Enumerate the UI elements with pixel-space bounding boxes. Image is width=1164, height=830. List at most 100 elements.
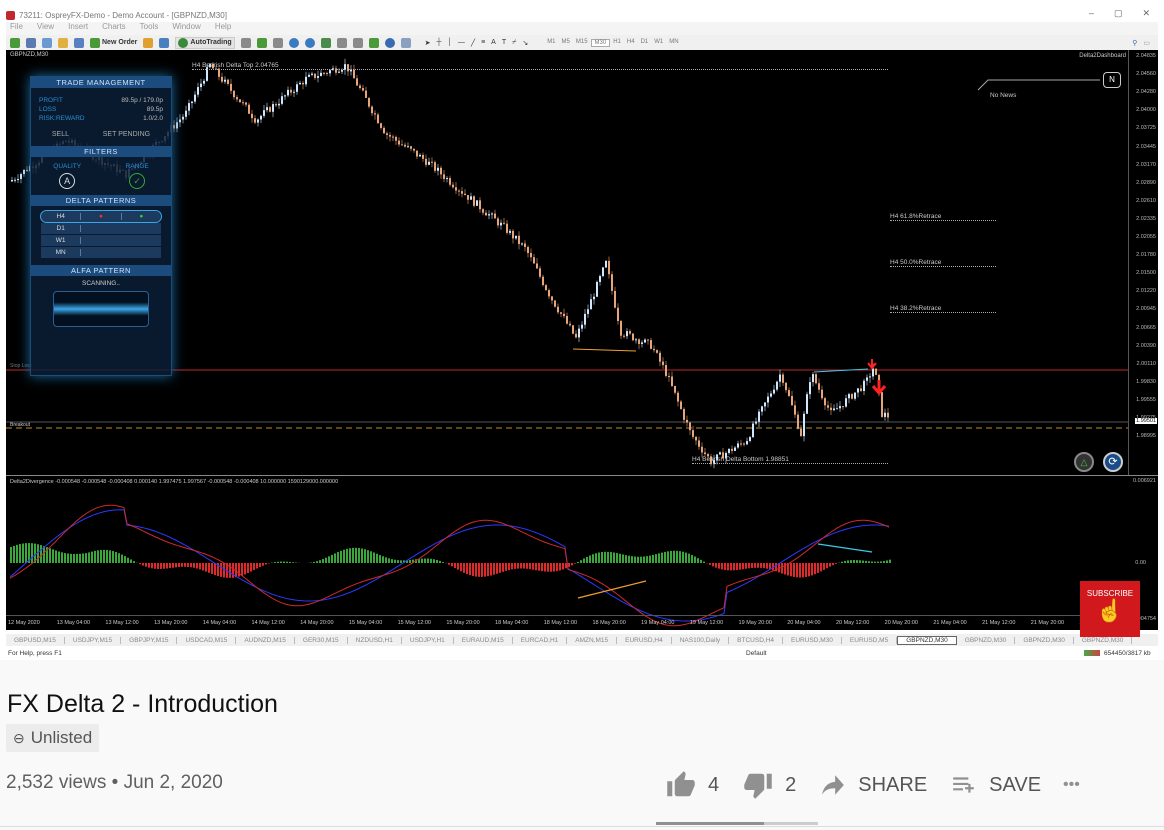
zoom-in-icon[interactable] [288, 37, 299, 48]
share-button[interactable]: SHARE [818, 772, 927, 798]
subscribe-button[interactable]: SUBSCRIBE ☝ [1080, 581, 1140, 637]
autotrading-icon [178, 37, 189, 48]
vertical-line-icon[interactable]: │ [447, 39, 451, 46]
pattern-row-d1[interactable]: D1 [41, 223, 161, 234]
menu-charts[interactable]: Charts [102, 22, 126, 35]
label-icon[interactable]: T [502, 39, 506, 46]
chat-icon[interactable]: ▭ [1143, 39, 1150, 47]
range-filter[interactable]: RANGE ✓ [126, 163, 149, 189]
pattern-row-mn[interactable]: MN [41, 247, 161, 258]
bar-chart-icon[interactable] [240, 37, 251, 48]
chart-tab[interactable]: GER30,M15 [295, 636, 348, 644]
new-order-icon [90, 37, 100, 48]
candle [449, 178, 451, 185]
candle [323, 72, 325, 74]
set-pending-button[interactable]: SET PENDING [103, 131, 150, 138]
chart-tab[interactable]: EURCAD,H1 [513, 636, 568, 644]
timeframe-h4[interactable]: H4 [624, 39, 638, 47]
trendline-icon[interactable]: ╱ [471, 39, 475, 47]
periods-icon[interactable] [384, 37, 395, 48]
dislike-button[interactable]: 2 [741, 770, 796, 800]
pattern-row-h4[interactable]: H4 ● ● [40, 210, 162, 223]
chart-tab[interactable]: USDCAD,M15 [177, 636, 237, 644]
menu-window[interactable]: Window [172, 22, 200, 35]
chart-tab[interactable]: EURUSD,M5 [842, 636, 898, 644]
chart-tab[interactable]: AMZN,M15 [567, 636, 618, 644]
timeframe-d1[interactable]: D1 [638, 39, 652, 47]
timeframe-m30[interactable]: M30 [590, 38, 611, 47]
menu-insert[interactable]: Insert [68, 22, 88, 35]
chart-tab[interactable]: USDJPY,H1 [402, 636, 454, 644]
channel-icon[interactable]: ≡ [481, 39, 485, 46]
chart-tab[interactable]: GBPNZD,M30 [897, 635, 957, 645]
new-chart-icon[interactable] [10, 37, 20, 48]
chart-tab[interactable]: GBPUSD,M15 [6, 636, 65, 644]
maximize-button[interactable]: ▢ [1114, 8, 1123, 19]
options-icon[interactable] [159, 37, 170, 48]
more-actions-button[interactable]: ••• [1063, 776, 1080, 794]
crosshair-icon[interactable]: ┼ [437, 39, 442, 46]
menu-view[interactable]: View [37, 22, 54, 35]
chart-tab[interactable]: GBPJPY,M15 [121, 636, 178, 644]
templates-icon[interactable] [400, 37, 411, 48]
horizontal-line-icon[interactable]: — [458, 39, 465, 46]
time-axis[interactable]: 12 May 2020 13 May 04:00 13 May 12:00 13 Ma… [6, 615, 1128, 630]
save-button[interactable]: SAVE [949, 772, 1041, 798]
arrows-icon[interactable]: ↘ [522, 39, 528, 47]
timeframe-m15[interactable]: M15 [573, 39, 591, 47]
timeframe-m1[interactable]: M1 [544, 39, 558, 47]
chart-tab[interactable]: GBPNZD,M30 [1015, 636, 1074, 644]
chart-tab[interactable]: EURAUD,M15 [454, 636, 513, 644]
menu-file[interactable]: File [10, 22, 23, 35]
chart-tab[interactable]: GBPNZD,M30 [1074, 636, 1133, 644]
close-button[interactable]: ✕ [1142, 8, 1150, 19]
price-axis[interactable]: 2.04835 2.04560 2.04280 2.04000 2.03725 2.034… [1128, 50, 1158, 475]
timeframe-h1[interactable]: H1 [610, 39, 624, 47]
candlestick-icon[interactable] [256, 37, 267, 48]
market-watch-icon[interactable] [42, 37, 52, 48]
chart-tab[interactable]: NAS100,Daily [672, 636, 730, 644]
cursor-icon[interactable]: ➤ [425, 39, 431, 47]
text-icon[interactable]: A [491, 39, 496, 46]
metaeditor-icon[interactable] [143, 37, 154, 48]
timeframe-m5[interactable]: M5 [559, 39, 573, 47]
fibo-icon[interactable]: ⌿ [512, 39, 516, 47]
autoscroll-icon[interactable] [336, 37, 347, 48]
chart-tab[interactable]: NZDUSD,H1 [348, 636, 402, 644]
profiles-icon[interactable] [26, 37, 36, 48]
news-button[interactable]: N [1103, 72, 1121, 88]
quality-filter[interactable]: QUALITY A [53, 163, 81, 189]
timeframe-w1[interactable]: W1 [651, 39, 666, 47]
autotrading-button[interactable]: AutoTrading [175, 36, 235, 49]
zoom-out-icon[interactable] [304, 37, 315, 48]
search-icon[interactable]: ⚲ [1132, 39, 1137, 47]
navigator-icon[interactable] [58, 37, 68, 48]
new-order-button[interactable]: New Order [90, 37, 137, 48]
candle [809, 382, 811, 395]
price-chart[interactable]: GBPNZD,M30 Delta2Dashboard H4 Bearish De… [6, 50, 1158, 630]
chart-tab[interactable]: AUDNZD,M15 [236, 636, 295, 644]
menu-help[interactable]: Help [215, 22, 231, 35]
timeframe-mn[interactable]: MN [666, 39, 681, 47]
minimize-button[interactable]: – [1089, 8, 1094, 19]
quality-a-icon: A [59, 173, 76, 189]
chart-shift-icon[interactable] [352, 37, 363, 48]
pattern-row-w1[interactable]: W1 [41, 235, 161, 246]
indicators-icon[interactable] [368, 37, 379, 48]
chart-tab[interactable]: BTCUSD,H4 [729, 636, 784, 644]
chart-tab[interactable]: EURUSD,M30 [783, 636, 842, 644]
line-chart-icon[interactable] [272, 37, 283, 48]
chart-tab[interactable]: GBPNZD,M30 [957, 636, 1016, 644]
alert-button[interactable]: △ [1074, 452, 1094, 472]
time-tick: 13 May 04:00 [56, 620, 91, 626]
chart-tab[interactable]: EURUSD,H4 [617, 636, 672, 644]
terminal-icon[interactable] [74, 37, 84, 48]
candle [548, 290, 550, 297]
like-button[interactable]: 4 [664, 770, 719, 800]
sell-button[interactable]: SELL [52, 131, 69, 138]
tile-windows-icon[interactable] [320, 37, 331, 48]
refresh-icon[interactable]: ⟳ [1103, 452, 1123, 472]
video-player[interactable]: 73211: OspreyFX-Demo - Demo Account - [G… [0, 0, 1164, 660]
chart-tab[interactable]: USDJPY,M15 [65, 636, 122, 644]
menu-tools[interactable]: Tools [140, 22, 159, 35]
